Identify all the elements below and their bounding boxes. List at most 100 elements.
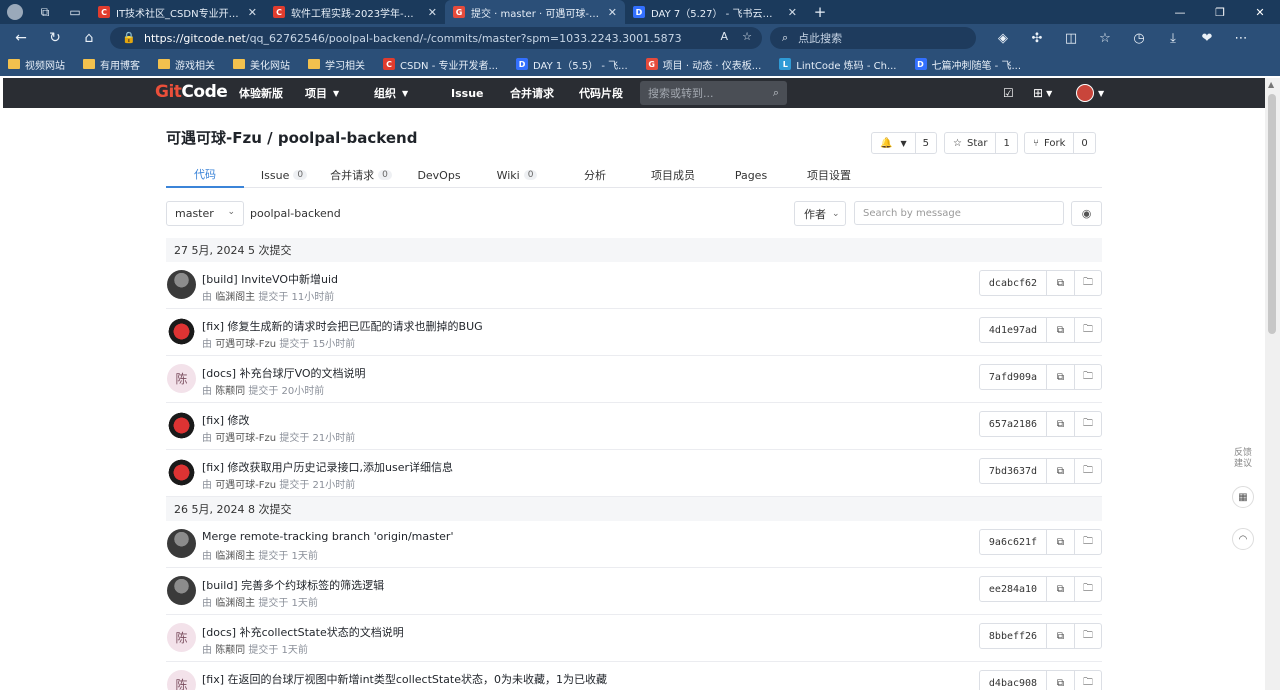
fork-button[interactable]: ⑂ Fork: [1025, 133, 1073, 153]
commit-author[interactable]: 可遇可球-Fzu: [215, 339, 276, 350]
copy-icon[interactable]: ⧉: [1047, 459, 1074, 483]
puzzle-icon[interactable]: ✣: [1020, 24, 1054, 52]
profile-avatar[interactable]: [0, 0, 30, 24]
browser-tab-3[interactable]: G 提交 · master · 可遇可球-Fzu / po ✕: [445, 0, 625, 24]
tab-members[interactable]: 项目成员: [644, 162, 702, 188]
commit-title[interactable]: [docs] 补充collectState状态的文档说明: [202, 624, 404, 640]
nav-merge-requests[interactable]: 合并请求: [510, 78, 554, 108]
gitcode-logo[interactable]: GitCode: [155, 82, 228, 102]
copy-icon[interactable]: ⧉: [1047, 271, 1074, 295]
tab-pages[interactable]: Pages: [728, 162, 774, 188]
browse-files-icon[interactable]: 🗀: [1074, 671, 1101, 690]
browser-search-box[interactable]: ⌕ 点此搜索: [770, 27, 976, 49]
copy-icon[interactable]: ⧉: [1047, 318, 1074, 342]
repo-owner-link[interactable]: 可遇可球-Fzu: [166, 129, 262, 147]
create-new-icon[interactable]: ⊞ ▼: [1033, 78, 1052, 108]
star-count[interactable]: 1: [995, 133, 1016, 153]
close-window-icon[interactable]: ✕: [1240, 0, 1280, 24]
bookmark-folder[interactable]: 视频网站: [8, 57, 65, 72]
bookmark-folder[interactable]: 游戏相关: [158, 57, 215, 72]
browse-files-icon[interactable]: 🗀: [1074, 530, 1101, 554]
copy-icon[interactable]: ⧉: [1047, 624, 1074, 648]
tab-wiki[interactable]: Wiki 0: [492, 162, 542, 188]
close-icon[interactable]: ✕: [788, 6, 797, 19]
avatar[interactable]: 陈: [167, 623, 196, 652]
reload-icon[interactable]: ↻: [38, 24, 72, 52]
commit-author[interactable]: 陈颟同: [215, 386, 245, 397]
back-icon[interactable]: ←: [4, 24, 38, 52]
star-button[interactable]: ☆ Star: [945, 133, 995, 153]
commit-sha-button[interactable]: ee284a10: [980, 577, 1047, 601]
nav-groups[interactable]: 组织 ▼: [374, 78, 408, 108]
repo-name-link[interactable]: poolpal-backend: [278, 129, 418, 147]
nav-projects[interactable]: 项目 ▼: [305, 78, 339, 108]
browse-files-icon[interactable]: 🗀: [1074, 577, 1101, 601]
avatar[interactable]: [167, 529, 196, 558]
commit-author[interactable]: 陈颟同: [215, 645, 245, 656]
commit-author[interactable]: 可遇可球-Fzu: [215, 433, 276, 444]
commit-sha-button[interactable]: 7bd3637d: [980, 459, 1047, 483]
close-icon[interactable]: ✕: [608, 6, 617, 19]
gitcode-search-input[interactable]: 搜索或转到... ⌕: [640, 81, 787, 105]
commit-sha-button[interactable]: 8bbeff26: [980, 624, 1047, 648]
tab-code[interactable]: 代码: [166, 162, 244, 188]
commit-title[interactable]: [build] InviteVO中新增uid: [202, 271, 338, 287]
copy-icon[interactable]: ⧉: [1047, 412, 1074, 436]
watch-button[interactable]: 🔔 ▼: [872, 133, 915, 153]
avatar[interactable]: [167, 317, 196, 346]
browse-files-icon[interactable]: 🗀: [1074, 412, 1101, 436]
avatar[interactable]: [167, 576, 196, 605]
copy-icon[interactable]: ⧉: [1047, 365, 1074, 389]
bookmark-link[interactable]: L LintCode 炼码 - Ch...: [779, 57, 897, 72]
browse-files-icon[interactable]: 🗀: [1074, 318, 1101, 342]
commit-sha-button[interactable]: d4bac908: [980, 671, 1047, 690]
commit-sha-button[interactable]: 4d1e97ad: [980, 318, 1047, 342]
history-icon[interactable]: ◷: [1122, 24, 1156, 52]
breadcrumb[interactable]: poolpal-backend: [250, 207, 341, 220]
copy-icon[interactable]: ⧉: [1047, 530, 1074, 554]
commit-title[interactable]: [build] 完善多个约球标签的筛选逻辑: [202, 577, 384, 593]
tab-actions-icon[interactable]: ▭: [60, 0, 90, 24]
commit-author[interactable]: 可遇可球-Fzu: [215, 480, 276, 491]
todo-icon[interactable]: ☑: [1003, 78, 1014, 108]
restore-icon[interactable]: ❐: [1200, 0, 1240, 24]
qrcode-icon[interactable]: ▦: [1232, 486, 1254, 508]
commit-title[interactable]: [fix] 修复生成新的请求时会把已匹配的请求也删掉的BUG: [202, 318, 483, 334]
browse-files-icon[interactable]: 🗀: [1074, 365, 1101, 389]
browse-files-icon[interactable]: 🗀: [1074, 271, 1101, 295]
bookmark-link[interactable]: G 项目 · 动态 · 仪表板...: [645, 57, 761, 72]
performance-icon[interactable]: ❤: [1190, 24, 1224, 52]
commit-title[interactable]: [docs] 补充台球厅VO的文档说明: [202, 365, 366, 381]
commit-title[interactable]: [fix] 修改获取用户历史记录接口,添加user详细信息: [202, 459, 453, 475]
copy-icon[interactable]: ⧉: [1047, 671, 1074, 690]
watch-count[interactable]: 5: [914, 133, 936, 153]
bookmark-link[interactable]: D DAY 1（5.5） - 飞...: [516, 57, 628, 72]
browser-tab-1[interactable]: C IT技术社区_CSDN专业开发者学习 ✕: [90, 0, 265, 24]
commit-title[interactable]: Merge remote-tracking branch 'origin/mas…: [202, 530, 453, 543]
bookmark-folder[interactable]: 有用博客: [83, 57, 140, 72]
fork-count[interactable]: 0: [1073, 133, 1094, 153]
bookmark-link[interactable]: C CSDN - 专业开发者...: [383, 57, 498, 72]
author-filter[interactable]: 作者 ⌄: [794, 201, 846, 226]
commit-author[interactable]: 临渊阁主: [215, 292, 255, 303]
user-menu[interactable]: ▼: [1076, 78, 1104, 108]
search-by-message-input[interactable]: Search by message: [854, 201, 1064, 225]
commit-author[interactable]: 临渊阁主: [215, 551, 255, 562]
commit-sha-button[interactable]: 657a2186: [980, 412, 1047, 436]
more-icon[interactable]: ⋯: [1224, 24, 1258, 52]
close-icon[interactable]: ✕: [248, 6, 257, 19]
rss-button[interactable]: ◉: [1071, 201, 1102, 226]
extension-icon[interactable]: ◈: [986, 24, 1020, 52]
commit-title[interactable]: [fix] 在返回的台球厅视图中新增int类型collectState状态，0为…: [202, 671, 607, 687]
commit-sha-button[interactable]: 7afd909a: [980, 365, 1047, 389]
nav-new-experience[interactable]: 体验新版: [239, 78, 283, 108]
avatar[interactable]: [167, 411, 196, 440]
commit-sha-button[interactable]: dcabcf62: [980, 271, 1047, 295]
bookmark-folder[interactable]: 学习相关: [308, 57, 365, 72]
scrollbar-thumb[interactable]: [1268, 94, 1276, 334]
tab-settings[interactable]: 项目设置: [800, 162, 858, 188]
branch-select[interactable]: master ⌄: [166, 201, 244, 226]
home-icon[interactable]: ⌂: [72, 24, 106, 52]
close-icon[interactable]: ✕: [428, 6, 437, 19]
split-screen-icon[interactable]: ◫: [1054, 24, 1088, 52]
